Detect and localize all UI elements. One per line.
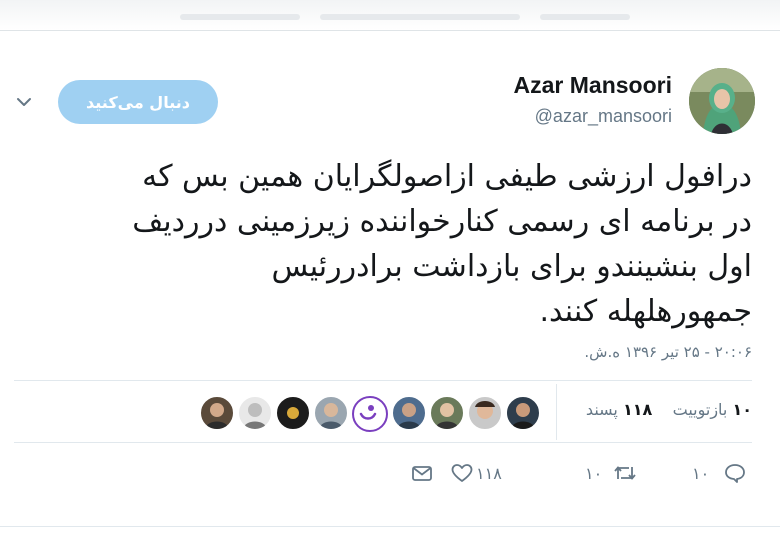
retweet-stat-label: بازتوییت <box>672 400 728 419</box>
bottom-divider <box>0 526 780 527</box>
previous-tweet-strip <box>0 0 780 31</box>
divider <box>14 380 752 381</box>
liker-avatar[interactable] <box>430 396 464 430</box>
tweet-timestamp[interactable]: ۲۰:۰۶ - ۲۵ تیر ۱۳۹۶ ه.ش. <box>584 343 752 361</box>
retweet-action[interactable]: ۱۰ <box>585 460 638 486</box>
display-name[interactable]: Azar Mansoori <box>514 72 672 99</box>
retweet-stat-count: ۱۰ <box>732 400 752 419</box>
message-action[interactable] <box>410 460 434 486</box>
reply-count: ۱۰ <box>692 463 710 483</box>
user-handle[interactable]: @azar_mansoori <box>535 106 672 127</box>
like-stat-label: پسند <box>585 400 618 419</box>
tweet-line: جمهورهلهله کنند. <box>539 294 752 329</box>
faded-text <box>180 14 300 20</box>
faded-text <box>320 14 520 20</box>
tweet-line: درافول ارزشی طیفی ازاصولگرایان همین بس ک… <box>142 159 752 194</box>
like-action[interactable]: ۱۱۸ <box>450 460 502 486</box>
chevron-down-icon[interactable] <box>14 92 34 112</box>
tweet-stats: ۱۰ بازتوییت ۱۱۸ پسند <box>586 400 752 419</box>
tweet-line: اول بنشینندو برای بازداشت برادررئیس <box>271 249 752 284</box>
tweet-line: در برنامه ای رسمی کنارخواننده زیرزمینی د… <box>132 204 752 239</box>
liker-avatar[interactable] <box>468 396 502 430</box>
liker-avatar[interactable] <box>276 396 310 430</box>
following-button[interactable]: دنبال می‌کنید <box>58 80 218 124</box>
faded-text <box>540 14 630 20</box>
tweet-text: درافول ارزشی طیفی ازاصولگرایان همین بس ک… <box>16 154 752 334</box>
envelope-icon <box>410 461 434 485</box>
avatar[interactable] <box>689 68 755 134</box>
stats-separator <box>556 384 557 440</box>
liker-avatar[interactable] <box>506 396 540 430</box>
retweet-count: ۱۰ <box>585 463 603 483</box>
divider <box>14 442 752 443</box>
like-stat-count: ۱۱۸ <box>622 400 653 419</box>
reply-icon <box>723 461 747 485</box>
retweet-stat[interactable]: ۱۰ بازتوییت <box>673 400 752 419</box>
like-stat[interactable]: ۱۱۸ پسند <box>586 400 652 419</box>
retweet-icon <box>612 461 638 485</box>
like-count: ۱۱۸ <box>476 463 502 483</box>
liker-avatar[interactable] <box>238 396 272 430</box>
liker-avatar[interactable] <box>314 396 348 430</box>
liker-avatar[interactable] <box>352 396 388 432</box>
liker-avatar[interactable] <box>392 396 426 430</box>
liker-avatar[interactable] <box>200 396 234 430</box>
reply-action[interactable]: ۱۰ <box>692 460 747 486</box>
heart-icon <box>450 461 474 485</box>
